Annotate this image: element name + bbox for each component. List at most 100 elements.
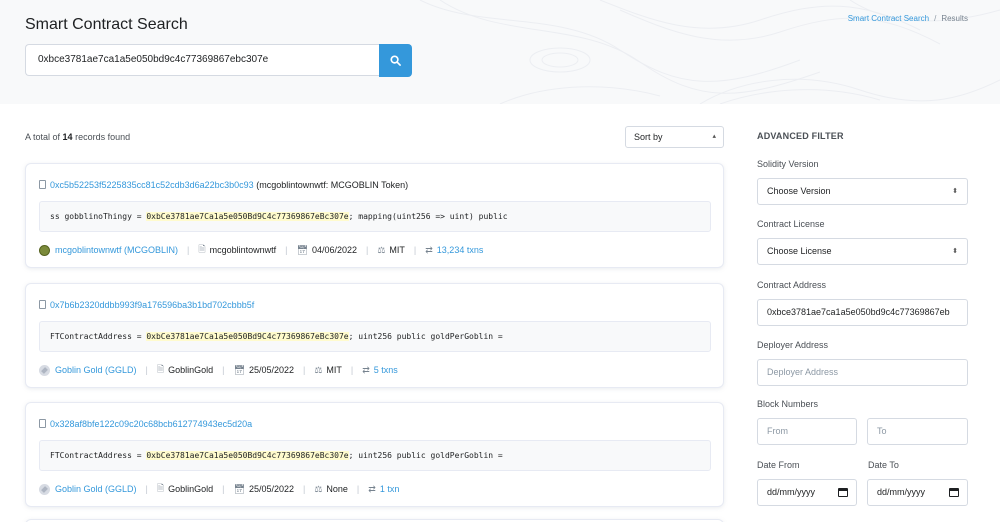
result-card: 0x7b6b2320ddbb993f9a176596ba3b1bd702cbbb… xyxy=(25,283,724,388)
contract-address-input[interactable]: 0xbce3781ae7ca1a5e050bd9c4c77369867eb xyxy=(757,299,968,326)
txns-link[interactable]: 13,234 txns xyxy=(437,245,484,255)
code-post: ; uint256 public goldPerGoblin = xyxy=(348,451,503,460)
card-title: 0x7b6b2320ddbb993f9a176596ba3b1bd702cbbb… xyxy=(39,300,254,310)
calendar-icon[interactable] xyxy=(838,488,848,497)
card-meta: Goblin Gold (GGLD) | 🗎 GoblinGold | 📅︎ 2… xyxy=(39,481,399,497)
divider: | xyxy=(356,484,360,494)
divider: | xyxy=(350,365,354,375)
calendar-icon: 📅︎ xyxy=(296,244,308,255)
code-pre: FTContractAddress = xyxy=(50,332,147,341)
license-icon: ⚖ xyxy=(377,244,386,255)
token-icon xyxy=(39,483,50,495)
deployer-address-input[interactable]: Deployer Address xyxy=(757,359,968,386)
solidity-version-label: Solidity Version xyxy=(757,159,819,169)
code-post: ; uint256 public goldPerGoblin = xyxy=(348,332,503,341)
page-title: Smart Contract Search xyxy=(25,16,188,33)
solidity-version-value: Choose Version xyxy=(767,186,831,196)
code-highlight: 0xbCe3781ae7Ca1a5e050Bd9C4c77369867eBc30… xyxy=(146,212,349,221)
contract-address-label: Contract Address xyxy=(757,280,827,290)
divider: | xyxy=(145,484,148,494)
date-from-input[interactable]: dd/mm/yyyy xyxy=(757,479,857,506)
transfer-icon: ⇄ xyxy=(362,364,370,375)
code-pre: ss gobblinoThingy = xyxy=(50,212,147,221)
file-icon xyxy=(39,300,46,309)
license-value: MIT xyxy=(389,245,405,255)
transfer-icon: ⇄ xyxy=(425,244,433,255)
calendar-icon: 📅︎ xyxy=(233,364,245,375)
card-title: 0x328af8bfe122c09c20c68bcb612774943ec5d2… xyxy=(39,419,252,429)
records-count: A total of 14 records found xyxy=(25,132,130,142)
txns-link[interactable]: 1 txn xyxy=(380,484,400,494)
contract-address-link[interactable]: 0x328af8bfe122c09c20c68bcb612774943ec5d2… xyxy=(50,419,252,429)
divider: | xyxy=(365,245,369,255)
date-to-placeholder: dd/mm/yyyy xyxy=(877,487,926,497)
token-link[interactable]: Goblin Gold (GGLD) xyxy=(55,484,137,494)
code-highlight: 0xbCe3781ae7Ca1a5e050Bd9C4c77369867eBc30… xyxy=(146,332,349,341)
contract-name: (mcgoblintownwtf: MCGOBLIN Token) xyxy=(256,180,409,190)
code-snippet: FTContractAddress = 0xbCe3781ae7Ca1a5e05… xyxy=(39,321,711,352)
divider: | xyxy=(222,484,225,494)
file-icon xyxy=(39,419,46,428)
transfer-icon: ⇄ xyxy=(368,483,376,494)
file-icon xyxy=(39,180,46,189)
token-icon xyxy=(39,364,50,376)
breadcrumb-link-smart-contract-search[interactable]: Smart Contract Search xyxy=(848,14,929,23)
code-post: ; mapping(uint256 => uint) public xyxy=(348,212,508,221)
records-number: 14 xyxy=(62,132,73,142)
sort-by-select[interactable]: Sort by ▴ xyxy=(625,126,724,148)
divider: | xyxy=(302,484,306,494)
deploy-date: 04/06/2022 xyxy=(311,245,357,255)
deploy-date: 25/05/2022 xyxy=(248,365,294,375)
block-from-input[interactable]: From xyxy=(757,418,857,445)
card-title: 0xc5b52253f5225835cc81c52cdb3d6a22bc3b0c… xyxy=(39,180,408,190)
contract-license-value: Choose License xyxy=(767,246,832,256)
divider: | xyxy=(302,365,306,375)
license-value: MIT xyxy=(326,365,342,375)
token-link[interactable]: mcgoblintownwtf (MCGOBLIN) xyxy=(55,245,178,255)
records-prefix: A total of xyxy=(25,132,61,142)
sort-by-label: Sort by xyxy=(634,132,663,142)
divider: | xyxy=(285,245,288,255)
header: Smart Contract Search Smart Contract Sea… xyxy=(0,0,1000,104)
contract-name-label: mcgoblintownwtf xyxy=(209,245,277,255)
date-to-label: Date To xyxy=(868,460,899,470)
divider: | xyxy=(413,245,417,255)
txns-link[interactable]: 5 txns xyxy=(374,365,398,375)
card-meta: Goblin Gold (GGLD) | 🗎 GoblinGold | 📅︎ 2… xyxy=(39,362,398,378)
search-icon xyxy=(390,55,401,66)
breadcrumb: Smart Contract Search / Results xyxy=(848,14,968,23)
calendar-icon[interactable] xyxy=(949,488,959,497)
breadcrumb-separator: / xyxy=(934,14,937,23)
license-icon: ⚖ xyxy=(314,364,323,375)
contract-license-select[interactable]: Choose License ⬍ xyxy=(757,238,968,265)
file-code-icon: 🗎 xyxy=(156,364,165,374)
contract-name-label: GoblinGold xyxy=(168,484,214,494)
date-to-input[interactable]: dd/mm/yyyy xyxy=(867,479,968,506)
divider: | xyxy=(145,365,148,375)
contract-address-link[interactable]: 0xc5b52253f5225835cc81c52cdb3d6a22bc3b0c… xyxy=(50,180,254,190)
deploy-date: 25/05/2022 xyxy=(248,484,294,494)
search-button[interactable] xyxy=(379,44,412,77)
records-suffix: records found xyxy=(75,132,131,142)
result-card: 0x328af8bfe122c09c20c68bcb612774943ec5d2… xyxy=(25,402,724,507)
contract-name-label: GoblinGold xyxy=(168,365,214,375)
select-arrows-icon: ⬍ xyxy=(952,248,958,255)
block-to-input[interactable]: To xyxy=(867,418,968,445)
solidity-version-select[interactable]: Choose Version ⬍ xyxy=(757,178,968,205)
token-link[interactable]: Goblin Gold (GGLD) xyxy=(55,365,137,375)
block-numbers-label: Block Numbers xyxy=(757,399,819,409)
token-avatar-icon xyxy=(39,244,50,256)
contract-address-link[interactable]: 0x7b6b2320ddbb993f9a176596ba3b1bd702cbbb… xyxy=(50,300,254,310)
result-card: 0xc5b52253f5225835cc81c52cdb3d6a22bc3b0c… xyxy=(25,163,724,268)
file-code-icon: 🗎 xyxy=(156,483,165,493)
advanced-filter-title: ADVANCED FILTER xyxy=(757,131,844,141)
deployer-address-label: Deployer Address xyxy=(757,340,829,350)
license-value: None xyxy=(326,484,348,494)
contract-license-label: Contract License xyxy=(757,219,825,229)
date-from-label: Date From xyxy=(757,460,800,470)
code-snippet: ss gobblinoThingy = 0xbCe3781ae7Ca1a5e05… xyxy=(39,201,711,232)
file-code-icon: 🗎 xyxy=(198,244,206,254)
code-highlight: 0xbCe3781ae7Ca1a5e050Bd9C4c77369867eBc30… xyxy=(146,451,349,460)
search-input[interactable]: 0xbce3781ae7ca1a5e050bd9c4c77369867ebc30… xyxy=(25,44,379,76)
date-from-placeholder: dd/mm/yyyy xyxy=(767,487,816,497)
